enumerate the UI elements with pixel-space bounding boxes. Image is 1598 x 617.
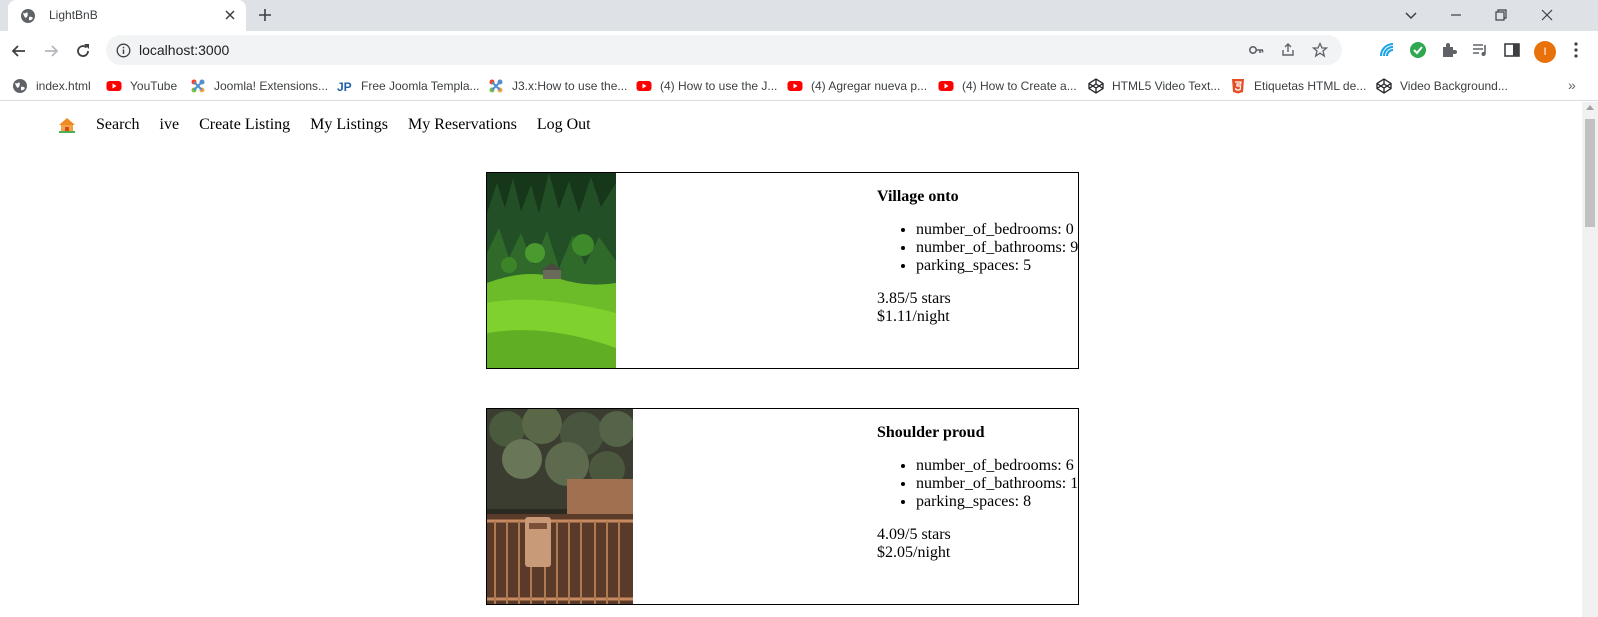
globe-icon: [13, 79, 27, 93]
bookmark-label: (4) Agregar nueva p...: [811, 79, 928, 93]
back-icon[interactable]: [10, 42, 28, 60]
joomla-icon: [191, 79, 205, 93]
extension-wave-icon[interactable]: [1378, 41, 1396, 59]
reload-icon[interactable]: [74, 42, 92, 60]
nav-my-listings-link[interactable]: My Listings: [310, 116, 388, 134]
bookmark-index-html[interactable]: index.html: [12, 75, 91, 97]
scroll-thumb[interactable]: [1585, 119, 1595, 227]
joomla-icon: [489, 79, 503, 93]
bookmark-free-joomla-templates[interactable]: JP Free Joomla Templa...: [337, 75, 480, 97]
bookmark-label: Free Joomla Templa...: [361, 79, 480, 93]
listing-features: number_of_bedrooms: 6 number_of_bathroom…: [916, 457, 1078, 511]
feature-parking: parking_spaces: 8: [916, 493, 1078, 511]
listing-price: $2.05/night: [877, 544, 951, 561]
globe-icon: [21, 9, 35, 23]
site-info-icon[interactable]: [116, 43, 131, 58]
feature-parking: parking_spaces: 5: [916, 257, 1078, 275]
listing-photo-village: [487, 173, 616, 368]
bookmark-label: (4) How to use the J...: [660, 79, 778, 93]
listing-title[interactable]: Shoulder proud: [877, 424, 1078, 442]
extension-check-icon[interactable]: [1409, 41, 1427, 59]
bookmark-label: Joomla! Extensions...: [214, 79, 329, 93]
codepen-icon: [1088, 78, 1104, 94]
nav-my-reservations-link[interactable]: My Reservations: [408, 116, 517, 134]
youtube-icon: [106, 81, 122, 91]
listing-title[interactable]: Village onto: [877, 188, 1078, 206]
bookmark-label: Etiquetas HTML de...: [1254, 79, 1367, 93]
nav-user-name: ive: [159, 116, 180, 133]
listing-photo-gate: [487, 409, 633, 604]
bookmark-joomla-extensions[interactable]: Joomla! Extensions...: [190, 75, 328, 97]
property-listing: Village onto number_of_bedrooms: 0 numbe…: [486, 172, 1079, 369]
side-panel-icon[interactable]: [1503, 41, 1521, 59]
close-tab-icon[interactable]: [222, 7, 238, 23]
bookmark-label: HTML5 Video Text...: [1112, 79, 1221, 93]
extensions-puzzle-icon[interactable]: [1440, 41, 1458, 59]
bookmark-html5-video-text[interactable]: HTML5 Video Text...: [1088, 75, 1220, 97]
svg-text:JP: JP: [337, 80, 352, 94]
bookmark-label: YouTube: [130, 79, 178, 93]
youtube-icon: [938, 81, 954, 91]
bookmark-youtube-how-to-use[interactable]: (4) How to use the J...: [636, 75, 777, 97]
bookmark-youtube[interactable]: YouTube: [106, 75, 177, 97]
tab-search-icon[interactable]: [1402, 6, 1420, 24]
share-icon[interactable]: [1280, 42, 1296, 58]
bookmark-label: index.html: [36, 79, 91, 93]
browser-toolbar: localhost:3000: [0, 31, 1598, 70]
profile-avatar[interactable]: I: [1534, 41, 1556, 63]
bookmark-video-background[interactable]: Video Background...: [1376, 75, 1508, 97]
address-bar[interactable]: localhost:3000: [106, 35, 1342, 65]
youtube-icon: [787, 81, 803, 91]
feature-bathrooms: number_of_bathrooms: 1: [916, 475, 1078, 493]
tab-strip: LightBnB: [0, 0, 1598, 31]
bookmark-etiquetas-html[interactable]: Etiquetas HTML de...: [1230, 75, 1366, 97]
tab-title: LightBnB: [49, 8, 98, 22]
listing-rating: 3.85/5 stars: [877, 290, 951, 307]
bookmark-j3-how-to-use[interactable]: J3.x:How to use the...: [488, 75, 627, 97]
page-viewport: Search ive Create Listing My Listings My…: [0, 102, 1582, 617]
site-nav: Search ive Create Listing My Listings My…: [58, 116, 611, 134]
more-vert-icon[interactable]: [1568, 41, 1584, 59]
bookmark-label: Video Background...: [1400, 79, 1508, 93]
bookmark-youtube-agregar[interactable]: (4) Agregar nueva p...: [787, 75, 927, 97]
bookmarks-bar: index.html YouTube Joomla! Extensions...…: [0, 70, 1598, 101]
restore-icon[interactable]: [1492, 6, 1510, 24]
bookmarks-overflow-button[interactable]: »: [1568, 77, 1576, 93]
nav-create-listing-link[interactable]: Create Listing: [199, 116, 290, 134]
page-scrollbar[interactable]: [1582, 102, 1598, 617]
listing-features: number_of_bedrooms: 0 number_of_bathroom…: [916, 221, 1078, 275]
nav-logout-link[interactable]: Log Out: [537, 116, 591, 134]
minimize-icon[interactable]: [1447, 6, 1465, 24]
property-listing: Shoulder proud number_of_bedrooms: 6 num…: [486, 408, 1079, 605]
key-icon[interactable]: [1248, 42, 1264, 58]
listing-details: Shoulder proud number_of_bedrooms: 6 num…: [877, 424, 1078, 562]
feature-bedrooms: number_of_bedrooms: 0: [916, 221, 1078, 239]
media-queue-icon[interactable]: [1471, 41, 1489, 59]
home-icon[interactable]: [58, 117, 76, 133]
listing-details: Village onto number_of_bedrooms: 0 numbe…: [877, 188, 1078, 326]
listing-price: $1.11/night: [877, 308, 950, 325]
browser-tab[interactable]: LightBnB: [8, 0, 246, 31]
forward-icon[interactable]: [42, 42, 60, 60]
jp-icon: JP: [337, 80, 352, 94]
nav-search-link[interactable]: Search: [96, 116, 140, 134]
close-window-icon[interactable]: [1538, 6, 1556, 24]
url-text[interactable]: localhost:3000: [139, 42, 229, 58]
feature-bedrooms: number_of_bedrooms: 6: [916, 457, 1078, 475]
scroll-up-arrow-icon[interactable]: [1586, 105, 1594, 110]
youtube-icon: [636, 81, 652, 91]
bookmark-label: J3.x:How to use the...: [512, 79, 628, 93]
bookmark-label: (4) How to Create a...: [962, 79, 1077, 93]
codepen-icon: [1376, 78, 1392, 94]
listing-rating: 4.09/5 stars: [877, 526, 951, 543]
html5-icon: [1232, 79, 1244, 94]
new-tab-icon[interactable]: [257, 7, 273, 23]
feature-bathrooms: number_of_bathrooms: 9: [916, 239, 1078, 257]
bookmark-star-icon[interactable]: [1312, 42, 1328, 58]
bookmark-youtube-how-to-create[interactable]: (4) How to Create a...: [938, 75, 1077, 97]
